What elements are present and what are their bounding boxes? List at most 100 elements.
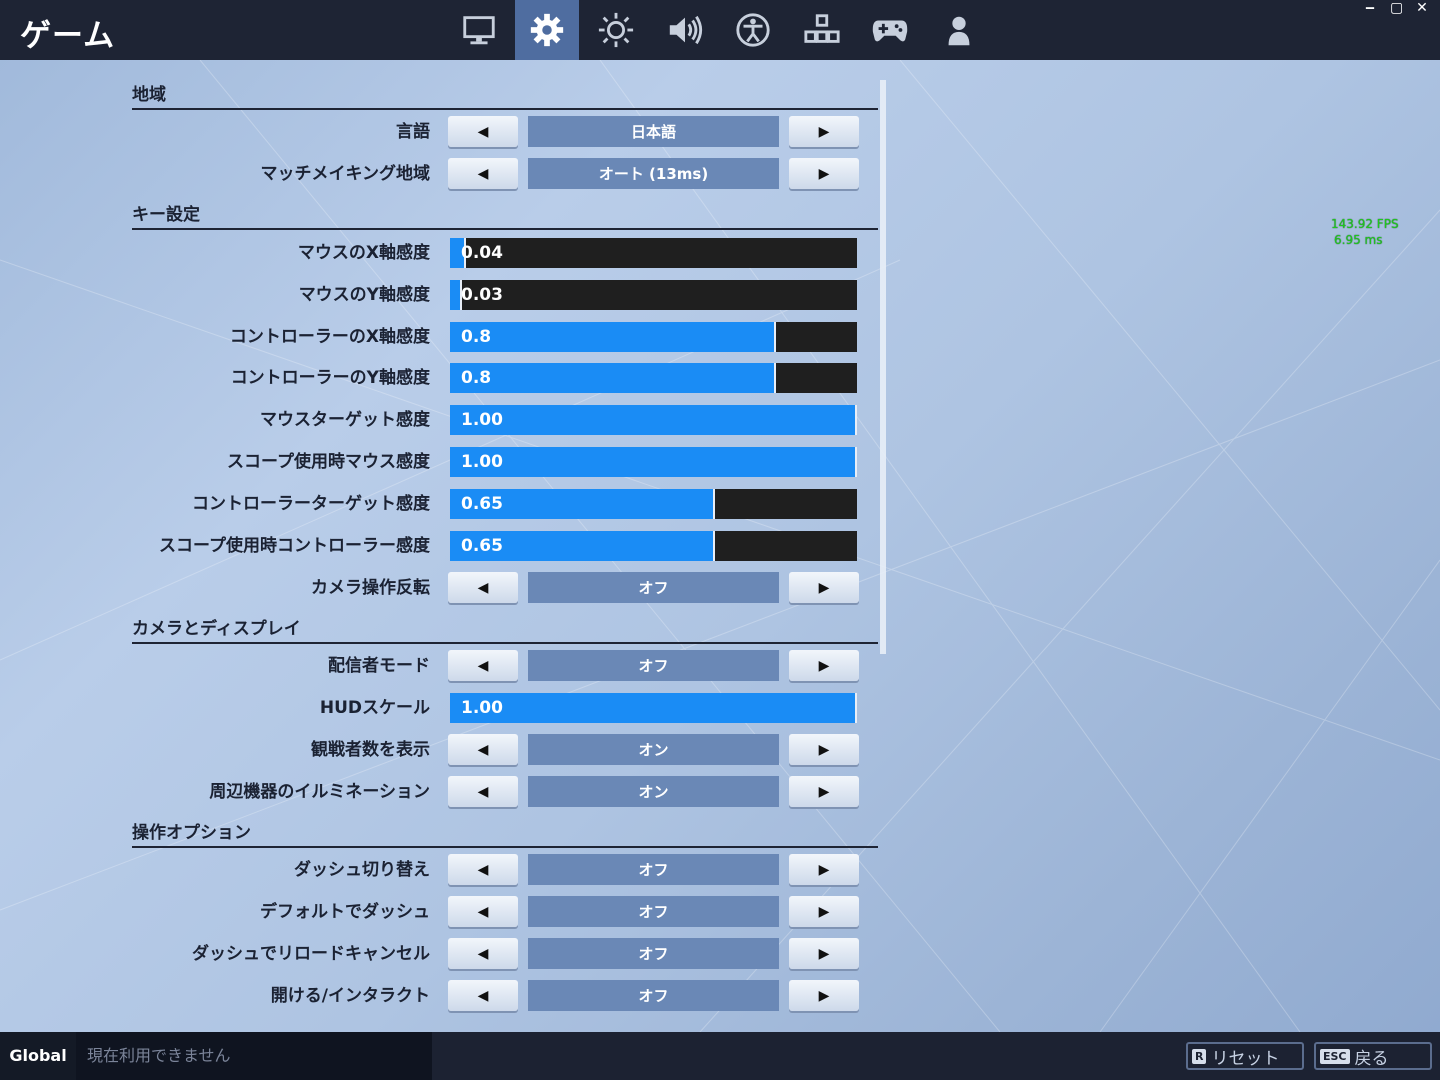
- sensitivity-slider[interactable]: 0.8: [450, 363, 857, 393]
- sensitivity-slider[interactable]: 1.00: [450, 405, 857, 435]
- previous-option-button[interactable]: ◀: [448, 116, 518, 147]
- slider-value: 0.65: [461, 494, 503, 514]
- tab-game[interactable]: [515, 0, 579, 60]
- previous-option-button[interactable]: ◀: [448, 650, 518, 681]
- arrow-right-icon: ▶: [818, 903, 830, 920]
- section-title: カメラとディスプレイ: [132, 619, 301, 639]
- sensitivity-slider[interactable]: 1.00: [450, 447, 857, 477]
- arrow-left-icon: ◀: [477, 741, 489, 758]
- next-option-button[interactable]: ▶: [789, 572, 859, 603]
- chat-input[interactable]: 現在利用できません: [76, 1032, 432, 1080]
- tab-brightness[interactable]: [584, 0, 648, 60]
- slider-handle[interactable]: [855, 405, 857, 435]
- setting-label: デフォルトでダッシュ: [260, 902, 430, 922]
- performance-overlay: 143.92 FPS 6.95 ms: [1331, 216, 1399, 248]
- sensitivity-slider[interactable]: 0.8: [450, 322, 857, 352]
- page-title: ゲーム: [20, 18, 116, 54]
- setting-label: 言語: [396, 122, 430, 142]
- previous-option-button[interactable]: ◀: [448, 158, 518, 189]
- slider-handle[interactable]: [713, 489, 715, 519]
- reset-button[interactable]: R リセット: [1186, 1042, 1304, 1070]
- previous-option-button[interactable]: ◀: [448, 854, 518, 885]
- tab-display[interactable]: [447, 0, 511, 60]
- section-region: 地域: [132, 80, 878, 110]
- arrow-left-icon: ◀: [477, 945, 489, 962]
- slider-fill: [450, 447, 857, 477]
- section-title: 地域: [132, 85, 166, 105]
- next-option-button[interactable]: ▶: [789, 980, 859, 1011]
- back-button[interactable]: ESC 戻る: [1314, 1042, 1432, 1070]
- arrow-right-icon: ▶: [818, 741, 830, 758]
- sensitivity-slider[interactable]: 0.03: [450, 280, 857, 310]
- slider-value: 0.8: [461, 368, 492, 388]
- next-option-button[interactable]: ▶: [789, 158, 859, 189]
- option-value: オフ: [528, 572, 779, 603]
- maximize-button[interactable]: ▢: [1390, 0, 1403, 16]
- setting-peripheral-lighting: 周辺機器のイルミネーション ◀ オン ▶: [132, 775, 878, 809]
- tab-input[interactable]: [790, 0, 854, 60]
- previous-option-button[interactable]: ◀: [448, 776, 518, 807]
- option-value: オート (13ms): [528, 158, 779, 189]
- settings-scrollbar[interactable]: [880, 80, 886, 654]
- next-option-button[interactable]: ▶: [789, 938, 859, 969]
- next-option-button[interactable]: ▶: [789, 650, 859, 681]
- sensitivity-slider[interactable]: 0.65: [450, 489, 857, 519]
- option-value: オフ: [528, 938, 779, 969]
- sensitivity-slider[interactable]: 0.04: [450, 238, 857, 268]
- slider-handle[interactable]: [855, 693, 857, 723]
- next-option-button[interactable]: ▶: [789, 854, 859, 885]
- input-keys-icon: [804, 14, 840, 43]
- back-label: 戻る: [1354, 1048, 1389, 1069]
- arrow-right-icon: ▶: [818, 165, 830, 182]
- slider-value: 0.04: [461, 243, 503, 263]
- slider-handle[interactable]: [713, 531, 715, 561]
- slider-handle[interactable]: [774, 322, 776, 352]
- next-option-button[interactable]: ▶: [789, 896, 859, 927]
- option-value: オフ: [528, 650, 779, 681]
- minimize-button[interactable]: ‒: [1364, 0, 1376, 16]
- tab-controller[interactable]: [858, 0, 922, 60]
- slider-handle[interactable]: [774, 363, 776, 393]
- sensitivity-slider[interactable]: 0.65: [450, 531, 857, 561]
- setting-mouse-target: マウスターゲット感度 1.00: [132, 403, 878, 437]
- gear-icon: [530, 13, 564, 47]
- setting-label: 開ける/インタラクト: [270, 986, 430, 1006]
- tab-audio[interactable]: [653, 0, 717, 60]
- arrow-left-icon: ◀: [477, 987, 489, 1004]
- top-bar: ゲーム ‒ ▢ ✕: [0, 0, 1440, 60]
- previous-option-button[interactable]: ◀: [448, 938, 518, 969]
- bottom-bar: Global 現在利用できません R リセット ESC 戻る: [0, 1032, 1440, 1080]
- account-icon: [948, 16, 970, 46]
- previous-option-button[interactable]: ◀: [448, 980, 518, 1011]
- next-option-button[interactable]: ▶: [789, 776, 859, 807]
- sensitivity-slider[interactable]: 1.00: [450, 693, 857, 723]
- setting-controller-x: コントローラーのX軸感度 0.8: [132, 320, 878, 354]
- close-button[interactable]: ✕: [1416, 0, 1428, 16]
- setting-controller-target: コントローラーターゲット感度 0.65: [132, 487, 878, 521]
- setting-label: スコープ使用時コントローラー感度: [159, 536, 430, 556]
- setting-open-interact: 開ける/インタラクト ◀ オフ ▶: [132, 979, 878, 1013]
- section-keys: キー設定: [132, 200, 878, 230]
- setting-invert-camera: カメラ操作反転 ◀ オフ ▶: [132, 571, 878, 605]
- previous-option-button[interactable]: ◀: [448, 896, 518, 927]
- slider-handle[interactable]: [855, 447, 857, 477]
- setting-sprint-default: デフォルトでダッシュ ◀ オフ ▶: [132, 895, 878, 929]
- option-value: オフ: [528, 896, 779, 927]
- slider-value: 0.8: [461, 327, 492, 347]
- next-option-button[interactable]: ▶: [789, 116, 859, 147]
- setting-label: 観戦者数を表示: [311, 740, 430, 760]
- setting-streamer-mode: 配信者モード ◀ オフ ▶: [132, 649, 878, 683]
- monitor-icon: [463, 16, 495, 45]
- chat-channel-tab[interactable]: Global: [0, 1032, 76, 1080]
- setting-controller-y: コントローラーのY軸感度 0.8: [132, 361, 878, 395]
- option-value: オン: [528, 776, 779, 807]
- slider-value: 1.00: [461, 698, 503, 718]
- tab-accessibility[interactable]: [721, 0, 785, 60]
- fps-readout: 143.92 FPS: [1331, 217, 1399, 231]
- setting-label: マウスのX軸感度: [297, 243, 430, 263]
- previous-option-button[interactable]: ◀: [448, 734, 518, 765]
- next-option-button[interactable]: ▶: [789, 734, 859, 765]
- option-value: オフ: [528, 980, 779, 1011]
- previous-option-button[interactable]: ◀: [448, 572, 518, 603]
- tab-account[interactable]: [927, 0, 991, 60]
